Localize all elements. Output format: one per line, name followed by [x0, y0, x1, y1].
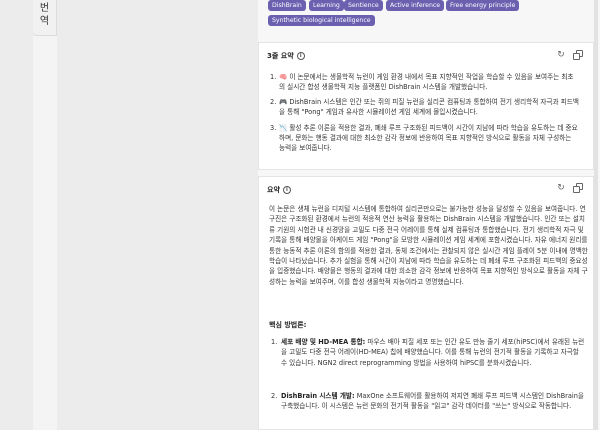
- tag-sentience[interactable]: Sentience: [344, 0, 383, 11]
- gamepad-emoji-icon: 🎮: [279, 98, 288, 106]
- side-tab-char-1: 번: [39, 3, 50, 14]
- translate-side-tab[interactable]: 번 역: [33, 0, 57, 36]
- chart-emoji-icon: 📉: [279, 124, 288, 132]
- abstract-card: 요약 i ↻ 이 논문은 생체 뉴런을 디지털 시스템에 통합하여 실리콘만으로…: [258, 176, 594, 430]
- abstract-card-title: 요약: [267, 186, 280, 194]
- tag-synthetic-biological-intelligence[interactable]: Synthetic biological intelligence: [268, 15, 375, 26]
- copy-icon[interactable]: [573, 183, 584, 194]
- method-item-2: 2. DishBrain 시스템 개발: MaxOne 소프트웨어를 활용하여 …: [271, 392, 584, 411]
- regenerate-icon[interactable]: ↻: [556, 50, 566, 60]
- summary-item-2: 2. 🎮 DishBrain 시스템은 인간 또는 쥐의 피질 뉴런을 실리콘 …: [270, 98, 579, 117]
- summary-item-1: 1. 🧠 이 논문에서는 생물학적 뉴런이 게임 환경 내에서 목표 지향적인 …: [270, 73, 574, 92]
- side-strip: [33, 36, 57, 430]
- methods-heading: 핵심 방법론:: [269, 321, 307, 329]
- side-tab-char-2: 역: [39, 16, 50, 27]
- tag-learning[interactable]: Learning: [309, 0, 344, 11]
- method-item-1: 1. 세포 배양 및 HD-MEA 통합: 마우스 배아 피질 세포 또는 인간…: [271, 338, 585, 367]
- tag-free-energy-principle[interactable]: Free energy principle: [446, 0, 520, 11]
- panel-scrollbar[interactable]: [594, 0, 598, 430]
- regenerate-icon[interactable]: ↻: [556, 183, 566, 193]
- tag-dishbrain[interactable]: DishBrain: [268, 0, 306, 11]
- info-icon[interactable]: i: [282, 186, 291, 194]
- copy-icon[interactable]: [573, 50, 584, 61]
- abstract-paragraph: 이 논문은 생체 뉴런을 디지털 시스템에 통합하여 실리콘만으로는 불가능한 …: [269, 205, 588, 286]
- summary-card-title: 3줄 요약: [267, 52, 294, 60]
- info-icon[interactable]: i: [296, 52, 305, 60]
- summary-item-3: 3. 📉 활성 추론 이론을 적용한 결과, 폐쇄 루프 구조화된 피드백이 시…: [270, 124, 578, 153]
- three-line-summary-card: 3줄 요약 i ↻ 1. 🧠 이 논문에서는 생물학적 뉴런이 게임 환경 내에…: [258, 42, 594, 170]
- tag-active-inference[interactable]: Active inference: [386, 0, 445, 11]
- brain-emoji-icon: 🧠: [279, 73, 288, 81]
